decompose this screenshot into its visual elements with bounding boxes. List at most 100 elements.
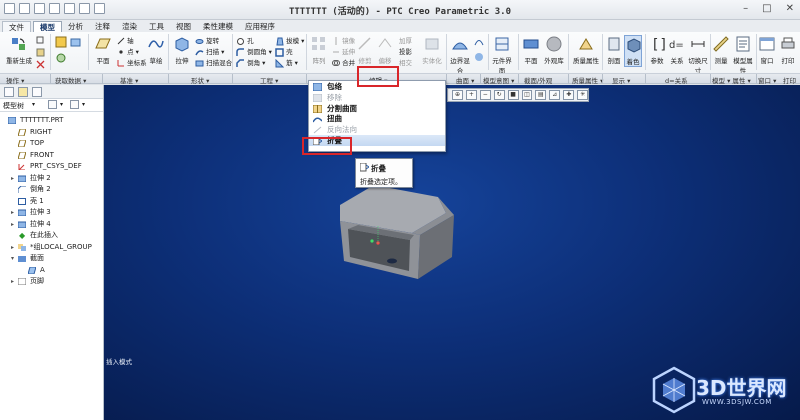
freestyle-button[interactable]	[474, 52, 484, 62]
zoom-in-icon[interactable]: +	[465, 90, 477, 100]
extrude-button[interactable]: 拉伸	[172, 35, 192, 65]
datum-display-icon[interactable]: ⊿	[549, 90, 561, 100]
folder-browser-tab-icon[interactable]	[18, 87, 28, 97]
extend-button[interactable]: 延伸	[332, 46, 355, 56]
appearance-gallery-button[interactable]: 外观库	[543, 35, 565, 65]
tree-item-extrude-4[interactable]: ▸ 拉伸 4	[0, 219, 103, 231]
group-datum[interactable]: 基准 ▾	[120, 75, 138, 85]
tree-item-local-group[interactable]: ▸ *组LOCAL_GROUP	[0, 242, 103, 254]
spin-center-icon[interactable]: ✳	[577, 90, 589, 100]
tree-settings-icon[interactable]	[70, 100, 79, 109]
project-button[interactable]: 投影	[399, 46, 412, 56]
intersect-button[interactable]: 相交	[399, 57, 412, 67]
minimize-icon[interactable]: –	[743, 3, 748, 14]
sketch-button[interactable]: 草绘	[146, 35, 166, 65]
zoom-out-icon[interactable]: −	[479, 90, 491, 100]
group-window[interactable]: 窗口 ▾	[758, 75, 776, 85]
view-manager-icon[interactable]: ▤	[535, 90, 547, 100]
part-model-3d[interactable]	[334, 185, 464, 280]
revolve-button[interactable]: 旋转	[195, 35, 219, 46]
sweep-button[interactable]: 扫描 ▾	[195, 46, 224, 57]
tree-item-extrude-3[interactable]: ▸ 拉伸 3	[0, 207, 103, 219]
point-button[interactable]: 点 ▾	[117, 46, 139, 56]
tree-item-csys[interactable]: PRT_CSYS_DEF	[0, 161, 103, 173]
print-button[interactable]: 打印	[779, 35, 797, 65]
tab-render[interactable]: 渲染	[116, 21, 143, 32]
menu-item-remove[interactable]: 移除	[309, 92, 445, 103]
model-tree-title[interactable]: 模型树	[3, 101, 24, 111]
shading-button[interactable]: 着色	[624, 35, 642, 67]
thicken-button[interactable]: 加厚	[399, 35, 412, 45]
measure-button[interactable]: 测量	[712, 35, 730, 65]
maximize-icon[interactable]: □	[762, 3, 771, 14]
coordinate-system-button[interactable]: 坐标系	[117, 57, 147, 67]
tab-applications[interactable]: 应用程序	[239, 21, 281, 32]
round-button[interactable]: 倒圆角 ▾	[236, 46, 272, 57]
group-model-intent[interactable]: 模型意图 ▾	[483, 75, 514, 85]
regenerate-button[interactable]: 重新生成	[4, 35, 34, 65]
tree-item-section-a[interactable]: A	[0, 265, 103, 277]
copy-geometry-button[interactable]	[70, 36, 82, 48]
plane-button[interactable]: 平面	[92, 35, 114, 65]
delete-button[interactable]	[36, 60, 45, 69]
close-icon[interactable]: ✕	[786, 3, 794, 14]
tree-filter-icon[interactable]	[48, 100, 57, 109]
merge-button[interactable]: 合并	[332, 57, 355, 67]
tree-item-top-plane[interactable]: TOP	[0, 138, 103, 150]
tab-flexible-modeling[interactable]: 柔性建模	[197, 21, 239, 32]
section-view-button[interactable]: 剖面	[604, 35, 624, 65]
tab-tools[interactable]: 工具	[143, 21, 170, 32]
pattern-button[interactable]: 阵列	[309, 35, 329, 65]
refit-icon[interactable]: ⊕	[452, 90, 463, 100]
menu-item-flip-normal[interactable]: 反向法向	[309, 124, 445, 135]
section-plane-button[interactable]: 平面	[521, 35, 541, 65]
axis-button[interactable]: 轴	[117, 35, 134, 45]
copy-button[interactable]	[36, 36, 45, 45]
relations-button[interactable]: d= 关系	[668, 35, 686, 65]
tree-item-front-plane[interactable]: FRONT	[0, 150, 103, 162]
repaint-icon[interactable]: ↻	[493, 90, 505, 100]
shell-button[interactable]: 壳	[275, 46, 293, 57]
group-display[interactable]: 显示 ▾	[612, 75, 630, 85]
tab-annotate[interactable]: 注释	[89, 21, 116, 32]
menu-item-split-surface[interactable]: 分割曲面	[309, 103, 445, 114]
tab-view[interactable]: 视图	[170, 21, 197, 32]
offset-button[interactable]: 偏移	[376, 35, 394, 65]
parameters-button[interactable]: [] 参数	[648, 35, 667, 65]
swept-blend-button[interactable]: 扫描混合	[195, 57, 232, 68]
tree-settings-dropdown-icon[interactable]: ▾	[82, 101, 85, 108]
tree-item-sections[interactable]: ▾ 截面	[0, 253, 103, 265]
group-model-properties[interactable]: 模型 ▾ 属性 ▾	[712, 75, 751, 85]
draft-button[interactable]: 拔模 ▾	[275, 35, 304, 46]
mirror-button[interactable]: 镜像	[332, 35, 355, 45]
group-mass-properties[interactable]: 质量属性 ▾	[572, 75, 603, 85]
favorites-tab-icon[interactable]	[32, 87, 42, 97]
tree-item-extrude-2[interactable]: ▸ 拉伸 2	[0, 173, 103, 185]
group-engineering[interactable]: 工程 ▾	[260, 75, 278, 85]
display-style-icon[interactable]: ■	[507, 90, 519, 100]
model-properties-button[interactable]: 模型属性	[732, 35, 754, 75]
tab-model[interactable]: 模型	[33, 21, 62, 32]
tree-item-insert-here[interactable]: ◆ 在此插入	[0, 230, 103, 242]
model-tree-tab-icon[interactable]	[4, 87, 14, 97]
style-button[interactable]	[474, 36, 484, 46]
group-print[interactable]: 打印	[783, 75, 796, 85]
menu-item-warp[interactable]: 扭曲	[309, 113, 445, 124]
switch-dimensions-button[interactable]: 切换尺寸	[688, 35, 708, 75]
chamfer-button[interactable]: 倒角 ▾	[236, 57, 265, 68]
tree-item-shell-1[interactable]: 壳 1	[0, 196, 103, 208]
group-section-appearance[interactable]: 截面/外观	[524, 75, 552, 85]
group-surfaces[interactable]: 曲面 ▾	[456, 75, 474, 85]
annotation-display-icon[interactable]: ✚	[563, 90, 575, 100]
group-operations[interactable]: 操作 ▾	[6, 75, 24, 85]
hole-button[interactable]: 孔	[236, 35, 254, 46]
shrinkwrap-button[interactable]	[55, 52, 67, 64]
model-tree-menu-icon[interactable]: ▾	[32, 101, 35, 108]
mass-properties-button[interactable]: 质量属性	[571, 35, 601, 65]
paste-button[interactable]	[36, 48, 45, 57]
tree-filter-dropdown-icon[interactable]: ▾	[60, 101, 63, 108]
component-interface-button[interactable]: 元件界面	[491, 35, 513, 75]
tab-analysis[interactable]: 分析	[62, 21, 89, 32]
boundary-blend-button[interactable]: 边界混合	[449, 35, 471, 75]
tree-item-part[interactable]: TTTTTTT.PRT	[0, 115, 103, 127]
